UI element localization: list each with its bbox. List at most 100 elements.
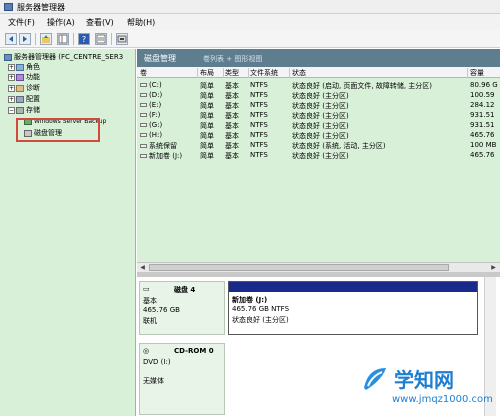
scroll-right-icon[interactable]: ▶ <box>489 264 498 272</box>
drive-icon <box>140 113 147 117</box>
disk-icon: ▭ <box>143 285 150 293</box>
volume-table-header: 卷 布局 类型 文件系统 状态 容量 <box>137 67 500 78</box>
partition-name: 新加卷 (J:) <box>232 296 268 304</box>
drive-icon <box>140 93 147 97</box>
pane-subtitle: 卷列表 + 图形视图 <box>203 55 263 63</box>
filesystem-cell: NTFS <box>250 131 268 139</box>
expand-icon[interactable]: + <box>8 84 15 92</box>
navigation-tree: 服务器管理器 (FC_CENTRE_SER3 + 角色 + 功能 + 诊断 + 配置 −… <box>0 49 136 416</box>
cdrom-name: CD-ROM 0 <box>174 347 214 355</box>
server-manager-icon <box>4 3 13 11</box>
column-header-volume[interactable]: 卷 <box>140 68 198 78</box>
horizontal-scrollbar[interactable]: ◀ ▶ <box>137 262 500 272</box>
capacity-cell: 80.96 G <box>470 81 498 89</box>
table-row[interactable]: (H:) 简单 基本 NTFS 状态良好 (主分区) 465.76 <box>137 130 500 140</box>
volume-partition[interactable]: 新加卷 (J:) 465.76 GB NTFS 状态良好 (主分区) <box>228 281 478 335</box>
column-header-type[interactable]: 类型 <box>225 68 249 78</box>
menu-bar: 文件(F) 操作(A) 查看(V) 帮助(H) <box>0 14 500 30</box>
expand-icon[interactable]: + <box>8 95 15 103</box>
features-icon <box>16 73 24 81</box>
console-icon[interactable] <box>116 33 128 45</box>
capacity-cell: 100.59 <box>470 91 495 99</box>
pane-title: 磁盘管理 <box>144 54 176 63</box>
capacity-cell: 284.12 <box>470 101 495 109</box>
tree-item-diagnostics[interactable]: + 诊断 <box>8 84 40 93</box>
volume-list: 卷 布局 类型 文件系统 状态 容量 (C:) 简单 基本 NTFS 状态良好 … <box>137 67 500 270</box>
tree-item-label: 存储 <box>26 106 40 114</box>
watermark: 学知网 www.jmqz1000.com <box>356 360 500 416</box>
window-title: 服务器管理器 <box>17 3 65 12</box>
cdrom-info-panel[interactable]: ◎ CD-ROM 0 DVD (I:) 无媒体 <box>139 343 225 415</box>
tree-item-storage[interactable]: − 存储 <box>8 106 40 115</box>
forward-icon[interactable] <box>19 33 31 45</box>
column-header-layout[interactable]: 布局 <box>200 68 224 78</box>
table-row[interactable]: 新加卷 (J:) 简单 基本 NTFS 状态良好 (主分区) 465.76 <box>137 150 500 160</box>
show-tree-icon[interactable] <box>57 33 69 45</box>
capacity-cell: 465.76 <box>470 151 495 159</box>
tree-item-features[interactable]: + 功能 <box>8 73 40 82</box>
menu-action[interactable]: 操作(A) <box>47 17 75 28</box>
toolbar-separator <box>35 33 36 45</box>
type-cell: 基本 <box>225 152 239 160</box>
partition-bar <box>229 282 477 292</box>
partition-size: 465.76 GB NTFS <box>232 305 290 313</box>
toolbar-separator <box>111 33 112 45</box>
tree-item-roles[interactable]: + 角色 <box>8 63 40 72</box>
volume-name-cell: (F:) <box>140 111 198 119</box>
collapse-icon[interactable]: − <box>8 106 15 114</box>
volume-name-cell: (H:) <box>140 131 198 139</box>
toolbar-separator <box>73 33 74 45</box>
properties-icon[interactable] <box>95 33 107 45</box>
server-icon <box>4 53 12 61</box>
storage-icon <box>16 106 24 114</box>
menu-help[interactable]: 帮助(H) <box>127 17 155 28</box>
up-folder-icon[interactable] <box>40 33 52 45</box>
help-icon[interactable]: ? <box>78 33 90 45</box>
filesystem-cell: NTFS <box>250 121 268 129</box>
tree-item-label: 诊断 <box>26 84 40 92</box>
filesystem-cell: NTFS <box>250 151 268 159</box>
tree-item-root[interactable]: 服务器管理器 (FC_CENTRE_SER3 <box>4 53 123 62</box>
expand-icon[interactable]: + <box>8 63 15 71</box>
capacity-cell: 931.51 <box>470 111 495 119</box>
capacity-cell: 100 MB <box>470 141 497 149</box>
table-row[interactable]: (E:) 简单 基本 NTFS 状态良好 (主分区) 284.12 <box>137 100 500 110</box>
table-row[interactable]: 系统保留 简单 基本 NTFS 状态良好 (系统, 活动, 主分区) 100 M… <box>137 140 500 150</box>
highlight-box <box>16 118 100 142</box>
menu-view[interactable]: 查看(V) <box>86 17 114 28</box>
tree-item-label: 配置 <box>26 95 40 103</box>
cdrom-status: 无媒体 <box>143 377 164 385</box>
menu-file[interactable]: 文件(F) <box>8 17 35 28</box>
disk-size: 465.76 GB <box>143 306 180 314</box>
volume-name-cell: (C:) <box>140 81 198 89</box>
table-row[interactable]: (C:) 简单 基本 NTFS 状态良好 (启动, 页面文件, 故障转储, 主分… <box>137 80 500 90</box>
disk-status: 联机 <box>143 317 157 325</box>
watermark-title: 学知网 <box>394 368 454 392</box>
column-header-status[interactable]: 状态 <box>292 68 468 78</box>
column-header-filesystem[interactable]: 文件系统 <box>250 68 290 78</box>
column-header-capacity[interactable]: 容量 <box>470 68 500 78</box>
tree-item-label: 功能 <box>26 73 40 81</box>
scroll-left-icon[interactable]: ◀ <box>138 264 147 272</box>
table-row[interactable]: (D:) 简单 基本 NTFS 状态良好 (主分区) 100.59 <box>137 90 500 100</box>
diagnostics-icon <box>16 84 24 92</box>
back-icon[interactable] <box>5 33 17 45</box>
table-row[interactable]: (F:) 简单 基本 NTFS 状态良好 (主分区) 931.51 <box>137 110 500 120</box>
volume-name-cell: (E:) <box>140 101 198 109</box>
filesystem-cell: NTFS <box>250 91 268 99</box>
filesystem-cell: NTFS <box>250 111 268 119</box>
drive-icon <box>140 154 147 158</box>
volume-name-cell: (G:) <box>140 121 198 129</box>
disk-info-panel[interactable]: ▭ 磁盘 4 基本 465.76 GB 联机 <box>139 281 225 335</box>
roles-icon <box>16 63 24 71</box>
tree-item-label: 服务器管理器 (FC_CENTRE_SER3 <box>14 53 124 61</box>
watermark-url: www.jmqz1000.com <box>392 394 493 405</box>
expand-icon[interactable]: + <box>8 73 15 81</box>
toolbar: ? <box>0 30 500 48</box>
tree-item-config[interactable]: + 配置 <box>8 95 40 104</box>
layout-cell: 简单 <box>200 152 214 160</box>
table-row[interactable]: (G:) 简单 基本 NTFS 状态良好 (主分区) 931.51 <box>137 120 500 130</box>
scrollbar-thumb[interactable] <box>149 264 449 271</box>
drive-icon <box>140 123 147 127</box>
volume-name-cell: 新加卷 (J:) <box>140 151 198 161</box>
